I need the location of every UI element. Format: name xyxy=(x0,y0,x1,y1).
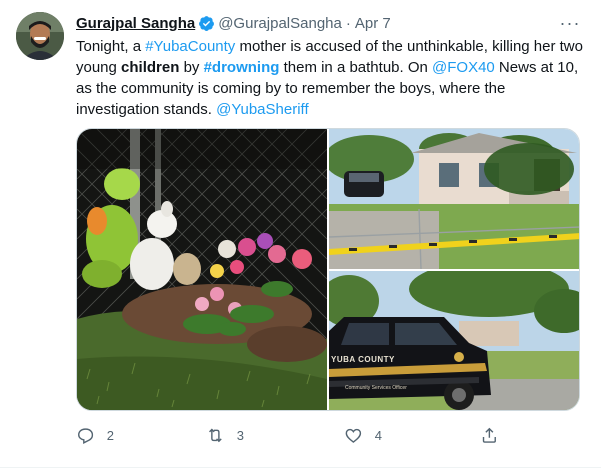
tweet-text-segment: Tonight, a xyxy=(76,38,146,55)
highlighted-word: children xyxy=(121,59,180,76)
tweet-text: Tonight, a #YubaCounty mother is accused… xyxy=(76,36,586,120)
retweet-count: 3 xyxy=(236,427,244,443)
mention-yubasheriff-link[interactable]: @YubaSheriff xyxy=(216,101,309,118)
vehicle-lettering: YUBA COUNTY Community Services Officer xyxy=(331,355,481,391)
share-button[interactable] xyxy=(480,424,499,446)
tweet[interactable]: Gurajpal Sangha @GurajpalSangha · Apr 7 … xyxy=(0,0,601,468)
photo-memorial[interactable] xyxy=(77,129,327,410)
vehicle-officer-text: Community Services Officer xyxy=(345,385,407,391)
tweet-date[interactable]: Apr 7 xyxy=(355,15,391,32)
reply-count: 2 xyxy=(106,427,114,443)
share-icon xyxy=(482,427,496,443)
separator-dot: · xyxy=(345,14,351,32)
tweet-header: Gurajpal Sangha @GurajpalSangha · Apr 7 xyxy=(76,13,391,33)
author-handle[interactable]: @GurajpalSangha xyxy=(218,15,342,32)
more-icon: ··· xyxy=(559,12,581,33)
heart-icon xyxy=(345,428,362,443)
hashtag-drowning-link[interactable]: #drowning xyxy=(204,59,280,76)
action-bar: 2 3 4 xyxy=(76,424,496,446)
more-options-button[interactable]: ··· xyxy=(557,10,583,36)
tweet-text-segment: by xyxy=(179,59,204,76)
hashtag-yubacounty-link[interactable]: #YubaCounty xyxy=(145,38,235,55)
memorial-image xyxy=(77,129,327,410)
media-grid: YUBA COUNTY Community Services Officer xyxy=(76,128,580,411)
reply-icon xyxy=(78,428,94,444)
avatar-image xyxy=(16,12,64,60)
house-image xyxy=(329,129,579,269)
retweet-icon xyxy=(209,428,222,442)
tweet-text-segment: them in a bathtub. On xyxy=(279,59,433,76)
vehicle-county-text: YUBA COUNTY xyxy=(331,355,395,364)
photo-house[interactable] xyxy=(329,129,579,269)
like-button[interactable]: 4 xyxy=(344,424,382,446)
retweet-button[interactable]: 3 xyxy=(206,424,244,446)
reply-button[interactable]: 2 xyxy=(76,424,114,446)
avatar[interactable] xyxy=(16,12,64,60)
author-name[interactable]: Gurajpal Sangha xyxy=(76,15,195,32)
mention-fox40-link[interactable]: @FOX40 xyxy=(432,59,495,76)
photo-sheriff-vehicle[interactable]: YUBA COUNTY Community Services Officer xyxy=(329,271,579,410)
like-count: 4 xyxy=(374,427,382,443)
verified-badge-icon xyxy=(199,15,215,31)
